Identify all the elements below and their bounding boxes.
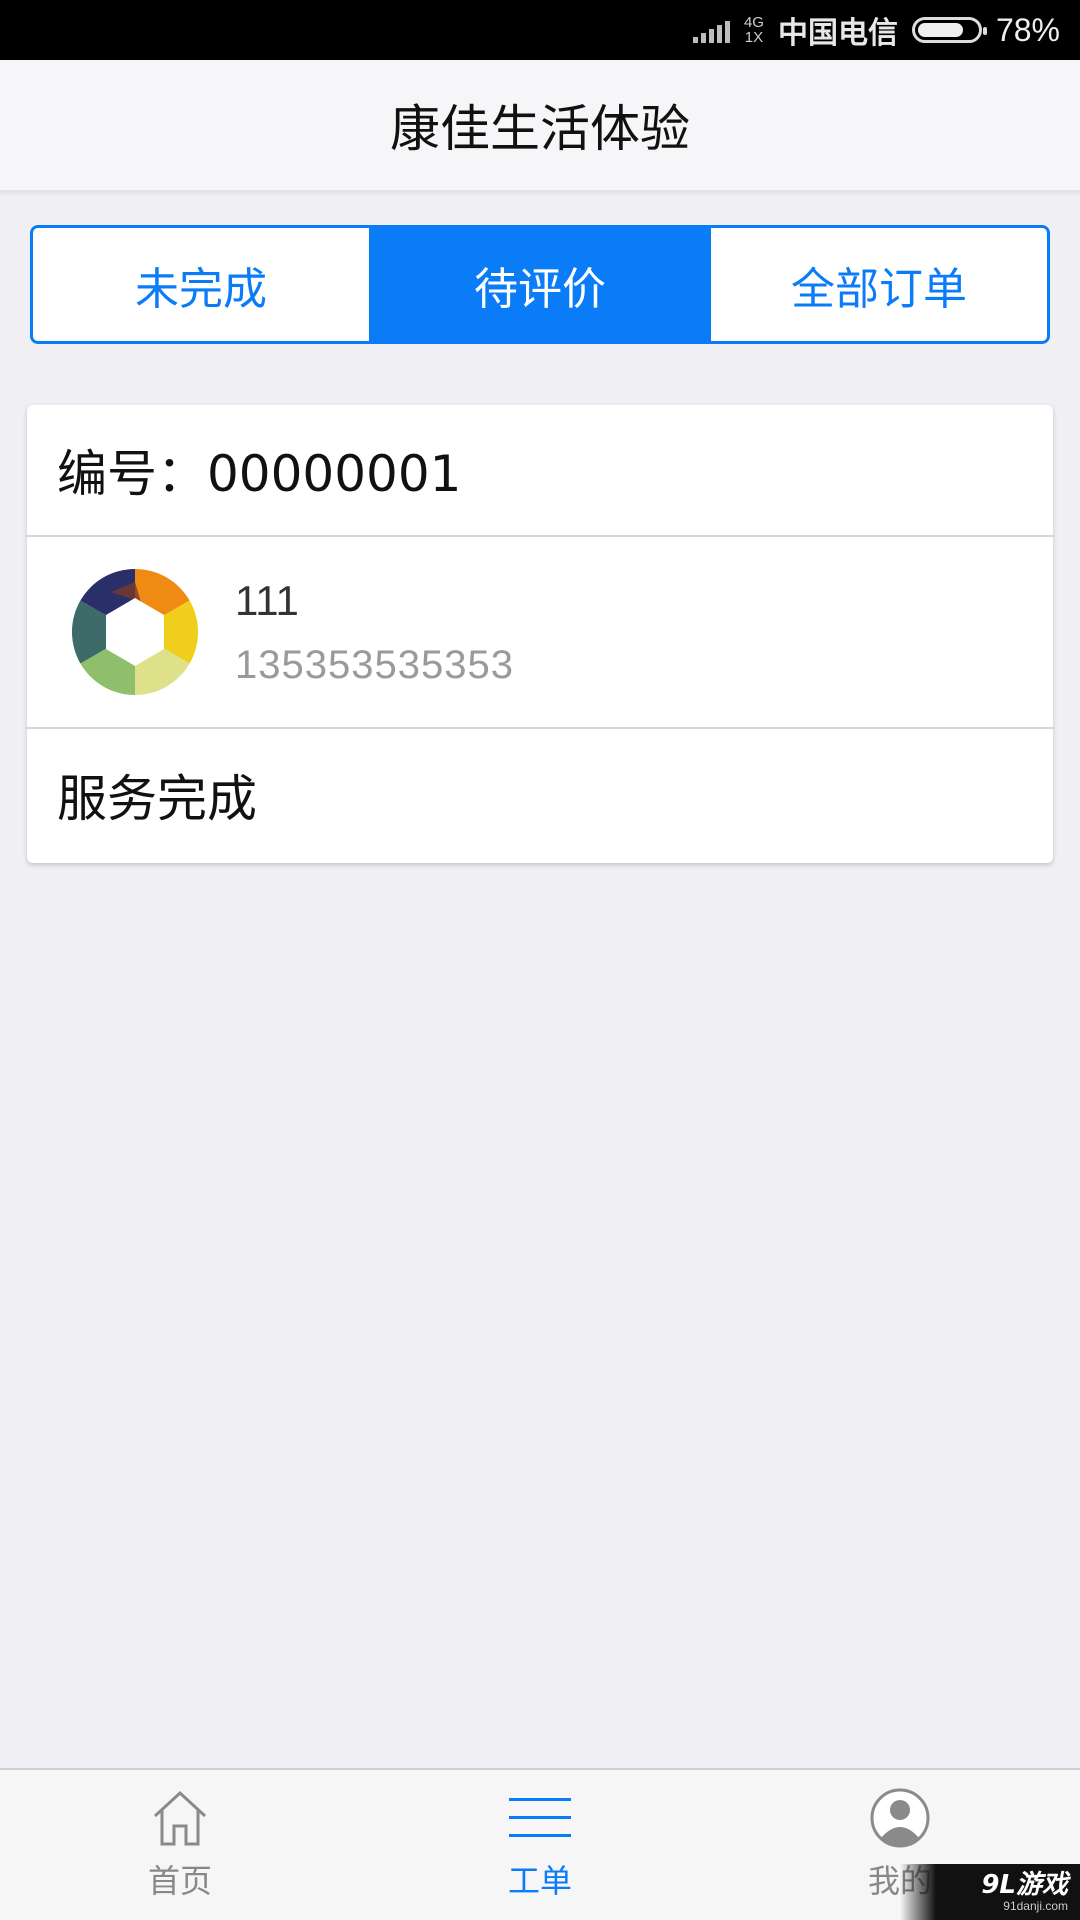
watermark-logo: 9L游戏 [981,1870,1068,1900]
customer-phone: 135353535353 [235,642,514,687]
customer-row: 111 135353535353 [27,537,1053,729]
user-icon [870,1788,930,1848]
tabbar-item-home[interactable]: 首页 [0,1770,360,1920]
network-type: 4G 1X [743,14,764,46]
customer-name: 111 [235,576,299,624]
carrier-name: 中国电信 [777,16,898,51]
watermark: 9L游戏 91danji.com [900,1864,1080,1920]
list-icon [509,1798,571,1837]
tab-pending-review[interactable]: 待评价 [369,228,708,341]
tab-all-orders[interactable]: 全部订单 [708,228,1047,341]
page-title: 康佳生活体验 [390,100,690,158]
tabbar-label-orders: 工单 [507,1862,572,1900]
order-status: 服务完成 [57,770,257,828]
watermark-url: 91danji.com [1003,1899,1068,1913]
tabbar-item-orders[interactable]: 工单 [360,1770,720,1920]
signal-icon [692,17,730,43]
home-icon [153,1790,207,1846]
tab-incomplete[interactable]: 未完成 [33,228,369,341]
tabbar-label-home: 首页 [147,1862,212,1900]
status-bar: 4G 1X 中国电信 78% [0,0,1080,60]
battery-icon [911,17,987,43]
battery-percentage: 78% [995,11,1060,48]
app-header: 康佳生活体验 [0,60,1080,191]
order-card[interactable]: 编号：00000001 111 135353535353 服务完成 [27,405,1053,863]
avatar [71,569,199,695]
order-id: 编号：00000001 [27,405,1053,537]
order-filter-tabs: 未完成 待评价 全部订单 [30,225,1050,344]
